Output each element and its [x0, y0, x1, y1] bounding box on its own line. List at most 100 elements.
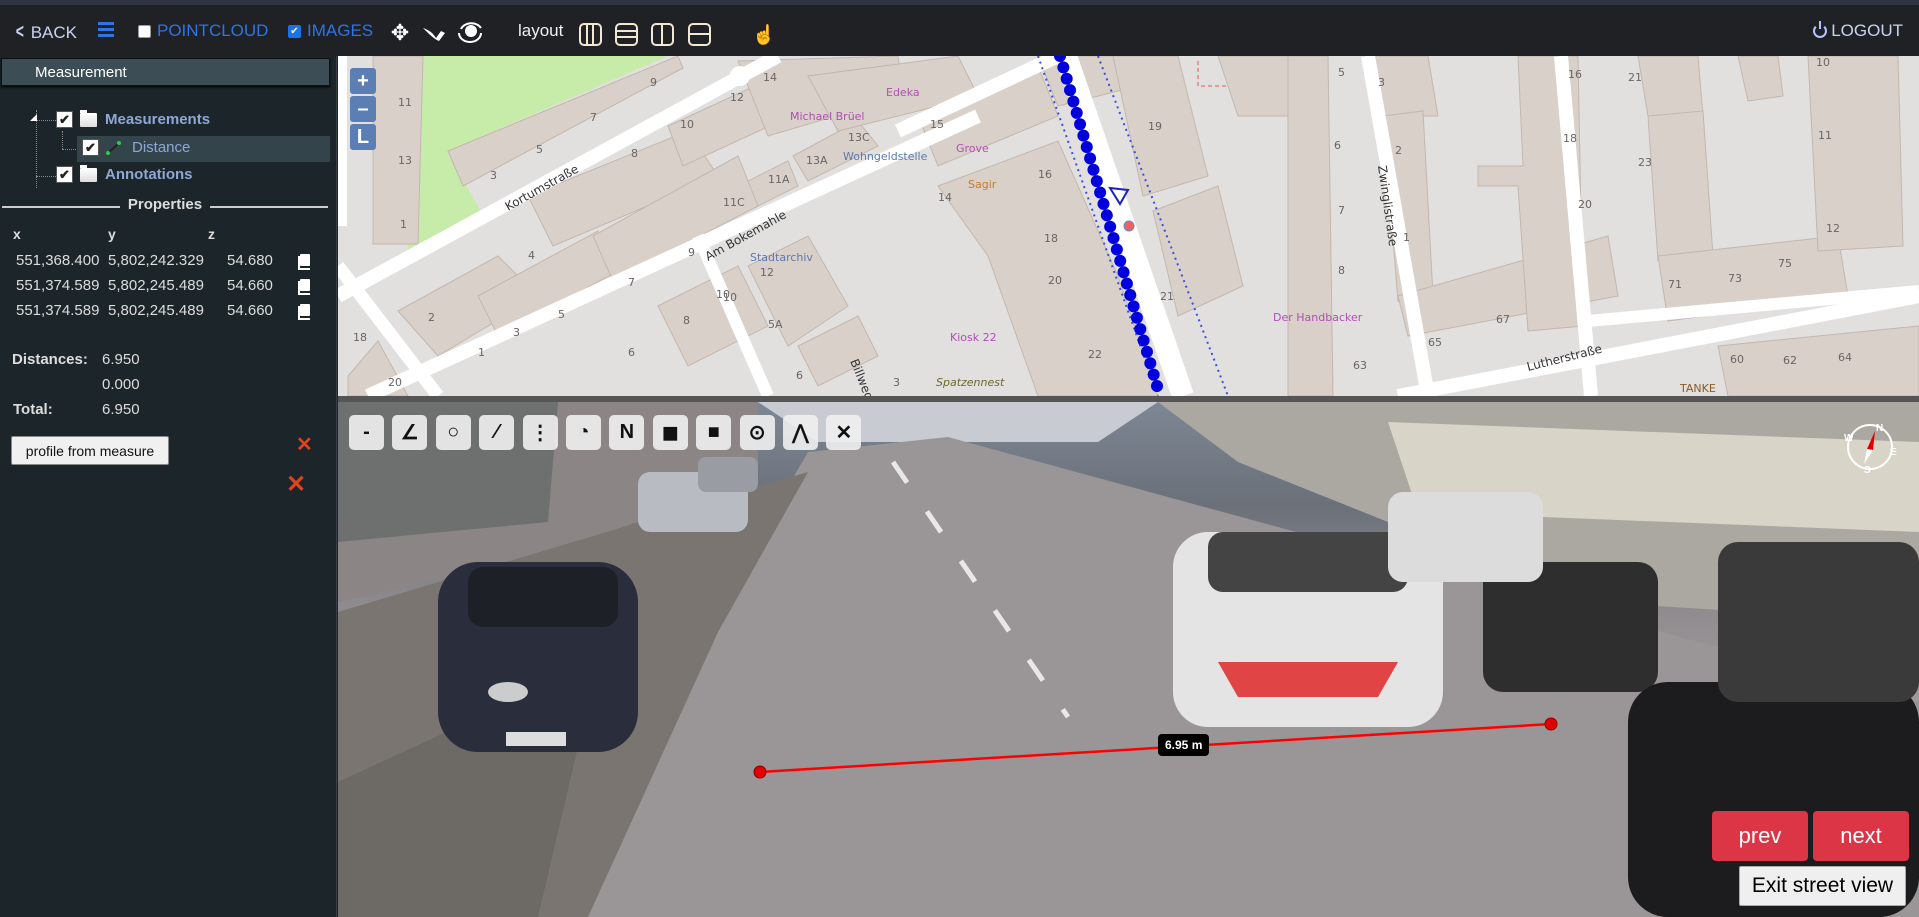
track-point[interactable]	[1107, 232, 1120, 245]
poi-label[interactable]: Grove	[956, 142, 989, 155]
copy-icon[interactable]	[298, 304, 310, 320]
track-point[interactable]	[1084, 152, 1097, 165]
profile-from-measure-button[interactable]: profile from measure	[11, 436, 169, 465]
measurements-checkbox[interactable]: ✔	[56, 111, 73, 128]
pointcloud-checkbox[interactable]	[138, 24, 151, 38]
poi-label[interactable]: Edeka	[886, 86, 920, 99]
track-point[interactable]	[1110, 243, 1123, 256]
poi-label[interactable]: Wohngeldstelle	[843, 150, 928, 163]
track-point[interactable]	[1120, 277, 1133, 290]
measurement-point-end[interactable]	[1544, 717, 1558, 731]
house-number: 8	[683, 314, 690, 327]
layout-three-columns-button[interactable]	[579, 23, 602, 46]
sphere-tool-button[interactable]: ⊙	[739, 415, 775, 450]
tree-item-annotations[interactable]: ✔ Annotations	[56, 164, 193, 183]
track-point[interactable]	[1094, 186, 1107, 199]
distance-tool-button[interactable]: ⁄	[479, 415, 515, 450]
images-checkbox[interactable]: ✔	[288, 24, 301, 38]
street-view[interactable]: - ∠ ○ ⁄ ⋮ ◔ N ◼ ■ ⊙ ⋀ ✕ 6.95 m N E S W prev next Ex…	[338, 402, 1919, 917]
track-point[interactable]	[1057, 61, 1070, 74]
annotations-checkbox[interactable]: ✔	[56, 166, 73, 183]
house-number: 21	[1160, 290, 1174, 303]
compass-icon[interactable]: N E S W	[1842, 419, 1898, 475]
poi-label[interactable]: Michael Brüel	[790, 110, 865, 123]
profile-tool-button[interactable]: ⋀	[783, 415, 818, 450]
track-point[interactable]	[1124, 288, 1137, 301]
poi-label[interactable]: Sagir	[968, 178, 997, 191]
zoom-out-button[interactable]: –	[350, 96, 376, 122]
pointcloud-toggle[interactable]: POINTCLOUD	[138, 21, 268, 41]
poi-label[interactable]: Der Handbacker	[1273, 311, 1363, 324]
track-point[interactable]	[1151, 380, 1163, 392]
remove-measurement-icon[interactable]: ✕	[286, 470, 306, 499]
area-tool-button[interactable]: ◼	[652, 415, 688, 450]
track-point[interactable]	[1104, 220, 1117, 233]
bird-view-icon[interactable]	[420, 19, 448, 47]
images-toggle[interactable]: ✔ IMAGES	[288, 21, 373, 41]
pointer-hand-icon[interactable]: ☝	[752, 23, 776, 47]
angle-tool-button[interactable]: ∠	[392, 415, 428, 450]
track-point[interactable]	[1127, 300, 1140, 313]
tree-item-measurements[interactable]: ✔ Measurements	[56, 109, 210, 128]
collapse-tool-button[interactable]: -	[349, 415, 384, 450]
volume-tool-button[interactable]: ■	[696, 415, 732, 450]
poi-label[interactable]: Kiosk 22	[950, 331, 997, 344]
track-point[interactable]	[1137, 334, 1150, 347]
track-point[interactable]	[1060, 72, 1073, 85]
collapse-triangle-icon[interactable]	[30, 114, 37, 121]
point-tool-button[interactable]: ○	[435, 415, 471, 450]
track-point[interactable]	[1100, 209, 1113, 222]
height-tool-button[interactable]: ⋮	[522, 415, 558, 450]
current-position-marker[interactable]	[1123, 220, 1135, 232]
house-number: 6	[796, 369, 803, 382]
track-point[interactable]	[1140, 345, 1153, 358]
remove-all-tool-button[interactable]: ✕	[826, 415, 862, 450]
track-point[interactable]	[1114, 254, 1127, 267]
sidebar-header[interactable]: Measurement	[1, 58, 330, 86]
azimuth-tool-button[interactable]: N	[609, 415, 645, 450]
copy-icon[interactable]	[298, 254, 310, 270]
track-point[interactable]	[1067, 95, 1080, 108]
tree-item-distance[interactable]: ✔ Distance	[82, 139, 190, 156]
layout-two-columns-button[interactable]	[651, 23, 674, 46]
track-point[interactable]	[1074, 118, 1087, 131]
layers-button[interactable]: L	[350, 124, 376, 150]
house-number: 67	[1496, 313, 1510, 326]
track-point[interactable]	[1070, 106, 1083, 119]
orbit-eye-icon[interactable]	[455, 19, 483, 47]
logout-button[interactable]: LOGOUT	[1813, 21, 1903, 41]
delete-icon[interactable]: ✕	[296, 432, 313, 457]
map-view[interactable]: 11 13 1 9 7 5 3 14 12 10 8 13A 11A 11C 13C 15 16 14 4 9 7 5 3 2…	[338, 56, 1919, 396]
copy-icon[interactable]	[298, 279, 310, 295]
poi-label[interactable]: Stadtarchiv	[750, 251, 813, 264]
track-point[interactable]	[1077, 129, 1090, 142]
track-point[interactable]	[1087, 163, 1100, 176]
track-point[interactable]	[1064, 84, 1077, 97]
track-point[interactable]	[1144, 357, 1157, 370]
poi-label[interactable]: TANKE	[1679, 382, 1716, 395]
track-point[interactable]	[1117, 266, 1130, 279]
coord-y: 5,802,242.329	[108, 252, 204, 269]
next-image-button[interactable]: next	[1813, 811, 1909, 861]
zoom-in-button[interactable]: +	[350, 68, 376, 94]
house-number: 7	[1338, 204, 1345, 217]
track-point[interactable]	[1147, 368, 1160, 381]
move-icon[interactable]: ✥	[386, 19, 414, 47]
back-button[interactable]: < BACK	[14, 21, 77, 44]
poi-label[interactable]: Spatzennest	[936, 376, 1005, 389]
menu-button[interactable]	[98, 19, 114, 40]
track-point[interactable]	[1134, 323, 1147, 336]
layout-three-rows-button[interactable]	[615, 23, 638, 46]
track-point[interactable]	[1080, 141, 1093, 154]
track-point[interactable]	[1130, 311, 1143, 324]
layout-two-rows-button[interactable]	[688, 23, 711, 46]
chevron-left-icon: <	[15, 21, 24, 43]
exit-street-view-button[interactable]: Exit street view	[1739, 866, 1906, 906]
track-point[interactable]	[1097, 197, 1110, 210]
distance-checkbox[interactable]: ✔	[82, 139, 99, 156]
circle-radius-tool-button[interactable]: ◔	[566, 415, 601, 450]
measurement-point-start[interactable]	[753, 765, 767, 779]
track-point[interactable]	[1090, 175, 1103, 188]
house-number: 6	[1334, 139, 1341, 152]
prev-image-button[interactable]: prev	[1712, 811, 1808, 861]
